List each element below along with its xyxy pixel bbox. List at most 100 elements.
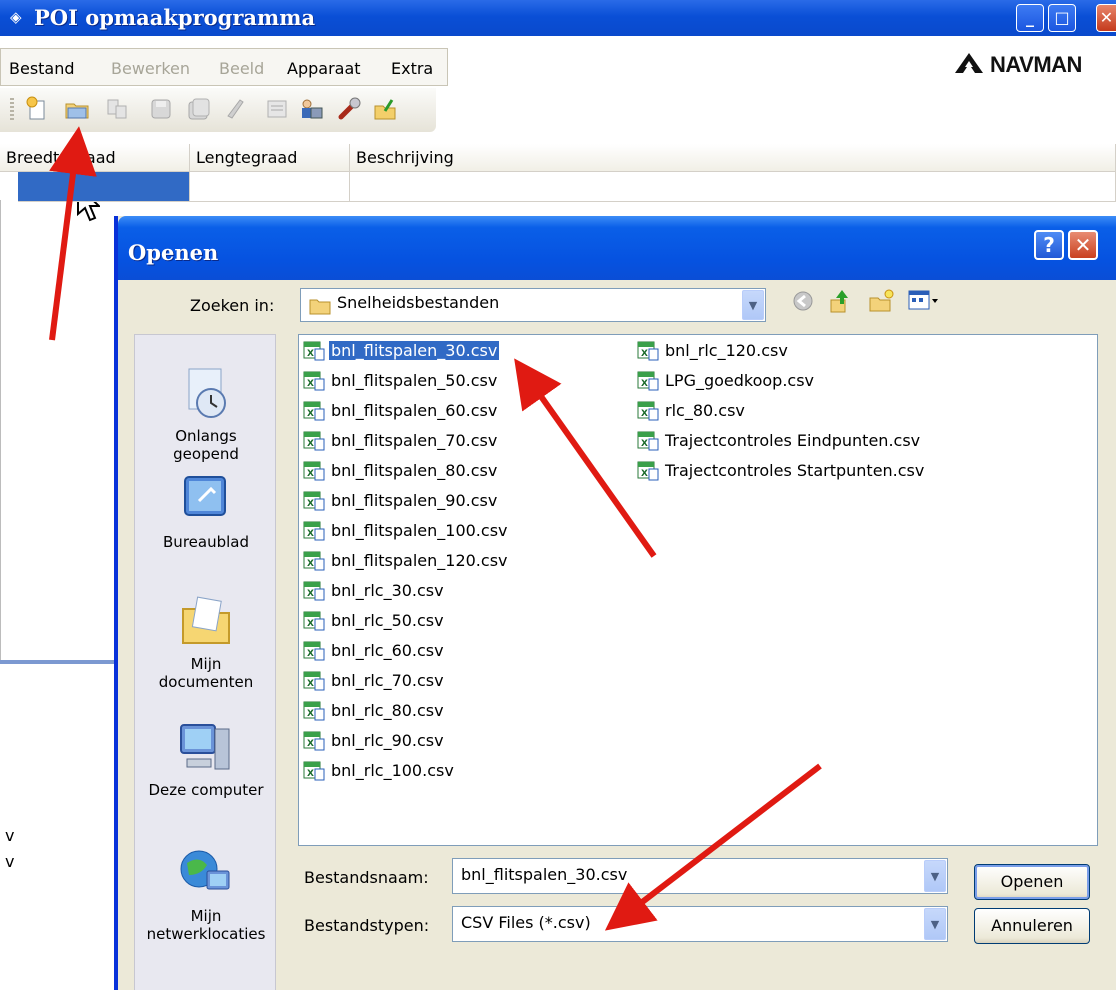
cancel-button[interactable]: Annuleren xyxy=(974,908,1090,944)
file-item[interactable]: Xrlc_80.csv xyxy=(637,399,747,423)
app-window: ◈ POI opmaakprogramma _ □ ✕ Bestand Bewe… xyxy=(0,0,1116,990)
file-name: bnl_flitspalen_50.csv xyxy=(331,371,498,390)
file-item[interactable]: Xbnl_rlc_120.csv xyxy=(637,339,790,363)
file-item[interactable]: X Trajectcontroles Eindpunten.csv xyxy=(637,429,922,453)
file-item[interactable]: Xbnl_flitspalen_50.csv xyxy=(303,369,499,393)
computer-icon xyxy=(180,724,230,770)
users-icon[interactable] xyxy=(298,96,324,122)
maximize-button[interactable]: □ xyxy=(1048,4,1076,32)
svg-text:X: X xyxy=(641,469,648,479)
menu-extra[interactable]: Extra xyxy=(391,59,433,78)
chevron-down-icon[interactable]: ▼ xyxy=(742,290,764,320)
dialog-title-bar[interactable]: Openen ? ✕ xyxy=(118,216,1116,280)
window-title: POI opmaakprogramma xyxy=(34,5,316,30)
file-item[interactable]: Xbnl_flitspalen_70.csv xyxy=(303,429,499,453)
file-name: bnl_flitspalen_60.csv xyxy=(331,401,498,420)
filetype-value: CSV Files (*.csv) xyxy=(461,913,591,932)
file-name: Trajectcontroles Startpunten.csv xyxy=(665,461,925,480)
svg-text:X: X xyxy=(641,379,648,389)
grid-cell[interactable] xyxy=(190,172,350,202)
place-my-documents[interactable]: Mijn documenten xyxy=(135,593,277,691)
file-item[interactable]: X Trajectcontroles Startpunten.csv xyxy=(637,459,926,483)
chevron-down-icon[interactable]: ▼ xyxy=(924,908,946,940)
csv-file-icon: X xyxy=(303,461,325,481)
back-icon[interactable] xyxy=(792,290,814,312)
file-item[interactable]: Xbnl_rlc_60.csv xyxy=(303,639,446,663)
toolbar xyxy=(0,88,436,222)
new-folder-icon[interactable] xyxy=(868,288,894,314)
file-item[interactable]: Xbnl_rlc_30.csv xyxy=(303,579,446,603)
view-menu-icon[interactable] xyxy=(908,290,940,312)
svg-text:X: X xyxy=(307,619,314,629)
file-name: bnl_rlc_30.csv xyxy=(331,581,444,600)
file-list[interactable]: Xbnl_flitspalen_30.csv Xbnl_flitspalen_50… xyxy=(298,334,1098,846)
file-item[interactable]: Xbnl_flitspalen_120.csv xyxy=(303,549,510,573)
file-item[interactable]: Xbnl_flitspalen_80.csv xyxy=(303,459,499,483)
wrench-icon[interactable] xyxy=(336,96,362,122)
column-header-description[interactable]: Beschrijving xyxy=(350,144,1116,172)
open-button[interactable]: Openen xyxy=(974,864,1090,900)
menu-bestand[interactable]: Bestand xyxy=(9,59,75,78)
place-desktop[interactable]: Bureaublad xyxy=(135,471,277,551)
file-item[interactable]: Xbnl_rlc_80.csv xyxy=(303,699,446,723)
file-item[interactable]: Xbnl_rlc_70.csv xyxy=(303,669,446,693)
column-header-latitude[interactable]: Breedtegraad xyxy=(0,144,190,172)
app-icon: ◈ xyxy=(10,8,22,26)
place-label: Onlangs geopend xyxy=(173,427,239,463)
poi-grid: Breedtegraad Lengtegraad Beschrijving xyxy=(0,144,1116,202)
toolbar-grip[interactable] xyxy=(10,98,14,122)
place-network[interactable]: Mijn netwerklocaties xyxy=(135,845,277,943)
place-recent[interactable]: Onlangs geopend xyxy=(135,365,277,463)
file-name: bnl_flitspalen_90.csv xyxy=(331,491,498,510)
file-item[interactable]: Xbnl_flitspalen_60.csv xyxy=(303,399,499,423)
file-item[interactable]: Xbnl_flitspalen_30.csv xyxy=(303,339,500,363)
grid-cell[interactable] xyxy=(350,172,1116,202)
close-dialog-button[interactable]: ✕ xyxy=(1068,230,1098,260)
file-item[interactable]: Xbnl_rlc_50.csv xyxy=(303,609,446,633)
file-item[interactable]: Xbnl_rlc_90.csv xyxy=(303,729,446,753)
grid-area xyxy=(0,200,118,662)
filename-input[interactable]: bnl_flitspalen_30.csv ▼ xyxy=(452,858,948,894)
file-item[interactable]: Xbnl_flitspalen_100.csv xyxy=(303,519,510,543)
svg-text:X: X xyxy=(307,679,314,689)
chevron-down-icon[interactable]: ▼ xyxy=(924,860,946,892)
filetype-select[interactable]: CSV Files (*.csv) ▼ xyxy=(452,906,948,942)
csv-file-icon: X xyxy=(637,401,659,421)
title-bar[interactable]: ◈ POI opmaakprogramma _ □ ✕ xyxy=(0,0,1116,36)
csv-file-icon: X xyxy=(303,431,325,451)
places-bar: Onlangs geopend Bureaublad Mijn document… xyxy=(134,334,276,990)
background-text: v xyxy=(5,826,15,845)
place-my-computer[interactable]: Deze computer xyxy=(135,719,277,799)
brand-name: NAVMAN xyxy=(990,52,1082,77)
help-button[interactable]: ? xyxy=(1034,230,1064,260)
grid-cell-selected[interactable] xyxy=(18,172,190,202)
svg-text:X: X xyxy=(307,559,314,569)
file-name: bnl_rlc_70.csv xyxy=(331,671,444,690)
column-header-longitude[interactable]: Lengtegraad xyxy=(190,144,350,172)
new-icon[interactable] xyxy=(24,96,50,122)
svg-text:X: X xyxy=(307,379,314,389)
export-icon[interactable] xyxy=(372,96,398,122)
svg-text:X: X xyxy=(641,409,648,419)
up-folder-icon[interactable] xyxy=(828,288,852,314)
csv-file-icon: X xyxy=(303,521,325,541)
menu-beeld: Beeld xyxy=(219,59,265,78)
menu-apparaat[interactable]: Apparaat xyxy=(287,59,361,78)
csv-file-icon: X xyxy=(637,431,659,451)
copy-icon xyxy=(104,96,130,122)
open-folder-icon[interactable] xyxy=(64,96,90,122)
csv-file-icon: X xyxy=(303,611,325,631)
file-item[interactable]: Xbnl_flitspalen_90.csv xyxy=(303,489,499,513)
file-name: bnl_rlc_80.csv xyxy=(331,701,444,720)
desktop-icon xyxy=(184,476,226,516)
place-label: Deze computer xyxy=(148,781,264,799)
file-name: bnl_flitspalen_120.csv xyxy=(331,551,508,570)
file-item[interactable]: Xbnl_rlc_100.csv xyxy=(303,759,456,783)
look-in-combo[interactable]: Snelheidsbestanden ▼ xyxy=(300,288,766,322)
minimize-button[interactable]: _ xyxy=(1016,4,1044,32)
csv-file-icon: X xyxy=(637,341,659,361)
file-item[interactable]: X LPG_goedkoop.csv xyxy=(637,369,816,393)
file-name: bnl_rlc_50.csv xyxy=(331,611,444,630)
close-window-button[interactable]: ✕ xyxy=(1096,4,1116,32)
save-as-icon xyxy=(186,96,212,122)
